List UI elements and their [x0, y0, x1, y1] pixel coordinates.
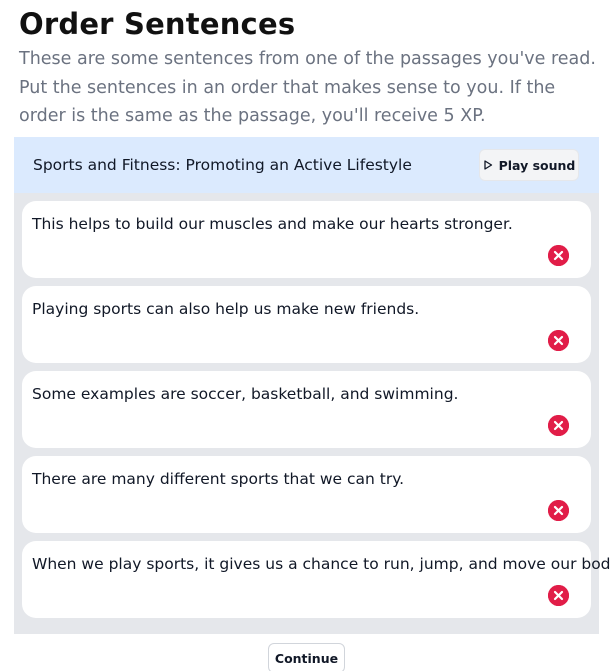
- play-sound-button[interactable]: Play sound: [479, 149, 579, 181]
- remove-sentence-button[interactable]: [548, 245, 569, 266]
- close-circle-icon: [548, 585, 569, 606]
- remove-sentence-button[interactable]: [548, 415, 569, 436]
- passage-header: Sports and Fitness: Promoting an Active …: [14, 137, 599, 193]
- remove-sentence-button[interactable]: [548, 585, 569, 606]
- continue-label: Continue: [274, 650, 339, 666]
- sentence-text: Playing sports can also help us make new…: [32, 300, 420, 318]
- remove-sentence-button[interactable]: [548, 500, 569, 521]
- sentences-panel: Sports and Fitness: Promoting an Active …: [14, 137, 610, 634]
- page-title: Order Sentences: [19, 7, 296, 41]
- order-sentences-page: Order Sentences These are some sentences…: [0, 0, 610, 671]
- sentence-card[interactable]: This helps to build our muscles and make…: [22, 201, 591, 278]
- sentence-card[interactable]: When we play sports, it gives us a chanc…: [22, 541, 610, 618]
- close-circle-icon: [548, 245, 569, 266]
- play-icon: [483, 160, 493, 170]
- sentence-text: This helps to build our muscles and make…: [32, 215, 513, 233]
- close-circle-icon: [548, 330, 569, 351]
- sentence-card[interactable]: Playing sports can also help us make new…: [22, 286, 591, 363]
- instructions-text: These are some sentences from one of the…: [19, 49, 596, 126]
- sentence-text: When we play sports, it gives us a chanc…: [32, 555, 610, 573]
- play-sound-label: Play sound: [498, 157, 576, 173]
- sentence-card[interactable]: Some examples are soccer, basketball, an…: [22, 371, 591, 448]
- remove-sentence-button[interactable]: [548, 330, 569, 351]
- sentence-card[interactable]: There are many different sports that we …: [22, 456, 591, 533]
- passage-title: Sports and Fitness: Promoting an Active …: [33, 156, 412, 174]
- continue-button[interactable]: Continue: [268, 643, 345, 671]
- sentence-text: There are many different sports that we …: [32, 470, 405, 488]
- close-circle-icon: [548, 500, 569, 521]
- close-circle-icon: [548, 415, 569, 436]
- sentence-text: Some examples are soccer, basketball, an…: [32, 385, 459, 403]
